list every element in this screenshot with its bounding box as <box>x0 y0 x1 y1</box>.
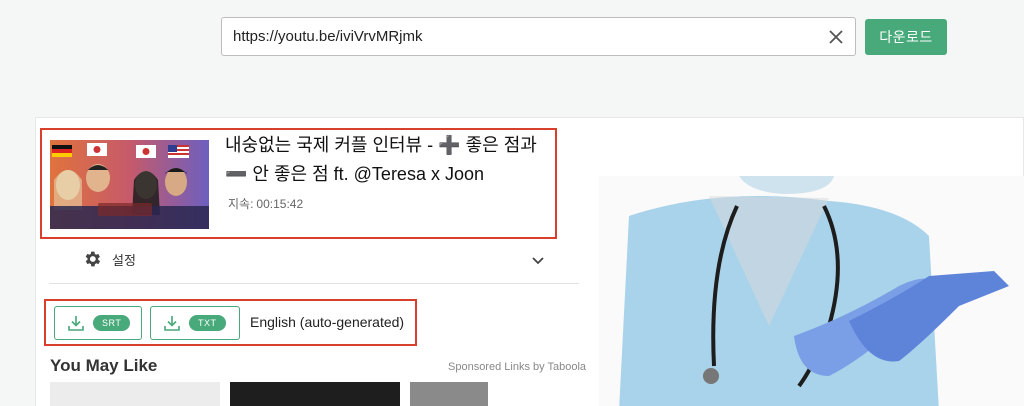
download-txt-button[interactable]: TXT <box>150 306 240 340</box>
korea-flag-icon <box>87 143 107 156</box>
url-input[interactable]: https://youtu.be/iviVrvMRjmk <box>221 17 856 56</box>
url-input-value[interactable]: https://youtu.be/iviVrvMRjmk <box>233 28 817 45</box>
divider <box>49 283 579 284</box>
download-srt-button[interactable]: SRT <box>54 306 142 340</box>
settings-expand-button[interactable] <box>530 252 546 273</box>
video-thumbnail[interactable] <box>50 140 209 229</box>
download-button[interactable]: 다운로드 <box>865 19 947 55</box>
sponsored-links[interactable]: Sponsored Links by Taboola <box>448 361 586 373</box>
download-icon <box>164 316 180 331</box>
duration-value: 00:15:42 <box>256 197 304 211</box>
video-title: 내숭없는 국제 커플 인터뷰 - ➕ 좋은 점과 ➖ 안 좋은 점 ft. @T… <box>225 135 537 184</box>
recommend-tile[interactable] <box>50 382 220 406</box>
clear-url-button[interactable] <box>817 18 855 56</box>
video-duration: 지속: 00:15:42 <box>225 195 303 212</box>
subtitle-language: English (auto-generated) <box>250 314 405 330</box>
chevron-down-icon <box>532 257 544 265</box>
duration-label: 지속: <box>228 197 254 211</box>
txt-format-badge: TXT <box>189 315 226 331</box>
recommend-tile[interactable] <box>230 382 400 406</box>
settings-label: 설정 <box>112 252 136 268</box>
recommend-tile[interactable] <box>410 382 488 406</box>
usa-flag-icon <box>168 145 189 158</box>
gear-icon <box>85 251 101 267</box>
korea-flag-icon <box>136 145 156 158</box>
recommend-heading: You May Like <box>50 356 158 375</box>
germany-flag-icon <box>52 145 72 157</box>
settings-toggle[interactable]: 설정 <box>82 249 136 269</box>
close-icon <box>829 29 843 44</box>
advertisement-image[interactable] <box>599 176 1024 406</box>
download-icon <box>68 316 84 331</box>
srt-format-badge: SRT <box>93 315 131 331</box>
